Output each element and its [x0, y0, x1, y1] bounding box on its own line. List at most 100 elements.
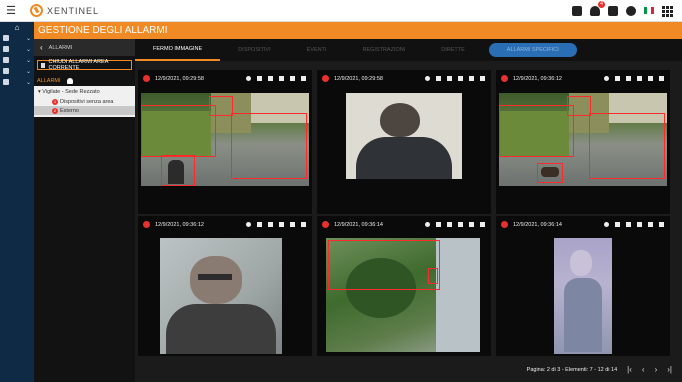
camera-icon[interactable]	[458, 76, 463, 81]
info-icon[interactable]	[246, 222, 251, 227]
camera-icon[interactable]	[279, 222, 284, 227]
info-icon[interactable]	[604, 76, 609, 81]
alarm-bell-icon[interactable]	[66, 78, 73, 84]
detection-box	[428, 268, 438, 284]
tree-item-esterno[interactable]: 2 Esterno	[34, 106, 135, 115]
snapshot-tile: 12/9/2021, 09:29:58	[317, 70, 491, 214]
rail-item-1[interactable]: ⌄	[3, 33, 31, 43]
panel-header: ‹ ALLARMI	[34, 39, 135, 56]
rail-lock-icon	[3, 79, 9, 85]
download-icon[interactable]	[290, 76, 295, 81]
video-icon[interactable]	[626, 222, 631, 227]
detection-box	[209, 96, 233, 116]
image-icon[interactable]	[615, 222, 620, 227]
page-title: GESTIONE DEGLI ALLARMI	[34, 22, 682, 39]
camera-icon[interactable]	[637, 76, 642, 81]
tree-item-devices-without-area[interactable]: 1 Dispositivi senza area	[34, 97, 135, 106]
fullscreen-icon[interactable]	[659, 222, 664, 227]
download-icon[interactable]	[290, 222, 295, 227]
image-icon[interactable]	[257, 222, 262, 227]
tree-root[interactable]: ▾ Vigilate - Sede Rezzato	[34, 88, 135, 97]
rail-list-icon	[3, 57, 9, 63]
info-icon[interactable]	[604, 222, 609, 227]
video-icon[interactable]	[447, 222, 452, 227]
left-rail: ⌂ ⌄ ⌄ ⌄ ⌄ ⌄	[0, 22, 34, 382]
back-chevron-icon[interactable]: ‹	[40, 43, 43, 52]
rail-home-icon[interactable]: ⌂	[0, 22, 34, 32]
download-icon[interactable]	[648, 76, 653, 81]
tab-devices[interactable]: DISPOSITIVI	[220, 39, 288, 61]
tab-specific-alarms[interactable]: ALLARMI SPECIFICI	[488, 43, 577, 57]
image-icon[interactable]	[615, 76, 620, 81]
snapshot-image-driveway-overview[interactable]	[141, 93, 309, 186]
last-page-icon[interactable]: ›|	[667, 365, 672, 374]
chevron-down-icon: ⌄	[25, 79, 31, 86]
snapshot-image-driveway-dog[interactable]	[499, 93, 667, 186]
alarm-icon	[322, 75, 329, 82]
tab-snapshot[interactable]: FERMO IMMAGINE	[135, 39, 221, 61]
info-icon[interactable]	[425, 76, 430, 81]
download-icon[interactable]	[469, 76, 474, 81]
menu-icon[interactable]: ☰	[0, 4, 22, 17]
notification-badge: 4	[598, 0, 605, 8]
rail-item-2[interactable]: ⌄	[3, 44, 31, 54]
image-icon[interactable]	[436, 76, 441, 81]
info-icon[interactable]	[425, 222, 430, 227]
image-icon[interactable]	[436, 222, 441, 227]
fullscreen-icon[interactable]	[659, 76, 664, 81]
tab-recordings[interactable]: REGISTRAZIONI	[344, 39, 423, 61]
tree-item-label: Esterno	[60, 107, 79, 114]
pagination-info: Pagina: 2 di 3 - Elementi: 7 - 12 di 14	[526, 366, 618, 373]
fullscreen-icon[interactable]	[480, 76, 485, 81]
alarm-icon	[143, 221, 150, 228]
tab-live[interactable]: DIRETTE	[423, 39, 483, 61]
snapshot-image-blurred-person[interactable]	[554, 238, 612, 354]
xentinel-logo-icon	[30, 4, 43, 17]
close-icon	[41, 62, 46, 68]
video-icon[interactable]	[626, 76, 631, 81]
italian-flag-icon[interactable]	[644, 7, 654, 14]
snapshot-tile: 12/9/2021, 09:36:12	[496, 70, 670, 214]
chevron-down-icon: ⌄	[25, 68, 31, 75]
top-bar: ☰ XENTINEL 4	[0, 0, 682, 22]
user-icon[interactable]	[626, 5, 636, 16]
pagination: Pagina: 2 di 3 - Elementi: 7 - 12 di 14 …	[527, 365, 672, 374]
alarm-icon	[143, 75, 150, 82]
rail-item-3[interactable]: ⌄	[3, 55, 31, 65]
logo-text: XENTINEL	[47, 5, 100, 16]
previous-page-icon[interactable]: ‹	[642, 365, 645, 374]
download-icon[interactable]	[648, 222, 653, 227]
tab-events[interactable]: EVENTI	[289, 39, 345, 61]
camera-icon[interactable]	[279, 76, 284, 81]
logo: XENTINEL	[30, 4, 99, 17]
snapshot-image-garden-overview[interactable]	[326, 238, 480, 352]
fullscreen-icon[interactable]	[480, 222, 485, 227]
snapshot-image-person-face[interactable]	[160, 238, 282, 354]
video-icon[interactable]	[268, 76, 273, 81]
home-icon[interactable]	[572, 5, 582, 16]
apps-grid-icon[interactable]	[662, 5, 673, 17]
image-icon[interactable]	[257, 76, 262, 81]
first-page-icon[interactable]: |‹	[627, 365, 632, 374]
chevron-down-icon: ⌄	[25, 35, 31, 42]
camera-icon[interactable]	[637, 222, 642, 227]
fullscreen-icon[interactable]	[301, 222, 306, 227]
fullscreen-icon[interactable]	[301, 76, 306, 81]
video-icon[interactable]	[268, 222, 273, 227]
rail-item-4[interactable]: ⌄	[3, 66, 31, 76]
alarm-list-label: ALLARMI	[37, 78, 61, 84]
next-page-icon[interactable]: ›	[655, 365, 658, 374]
video-icon[interactable]	[447, 76, 452, 81]
snapshot-image-person-back[interactable]	[346, 93, 462, 179]
camera-icon[interactable]	[458, 222, 463, 227]
close-area-alarms-button[interactable]: CHIUDI ALLARMI AREA CORRENTE	[37, 59, 132, 71]
rail-item-5[interactable]: ⌄	[3, 77, 31, 87]
detection-box	[567, 96, 591, 116]
shield-icon[interactable]	[608, 5, 618, 16]
download-icon[interactable]	[469, 222, 474, 227]
snapshot-timestamp: 12/9/2021, 09:29:58	[155, 75, 204, 82]
notification-bell-icon[interactable]: 4	[590, 0, 605, 16]
rail-settings-icon	[3, 68, 9, 74]
snapshot-tile: 12/9/2021, 09:36:12	[138, 216, 312, 356]
info-icon[interactable]	[246, 76, 251, 81]
